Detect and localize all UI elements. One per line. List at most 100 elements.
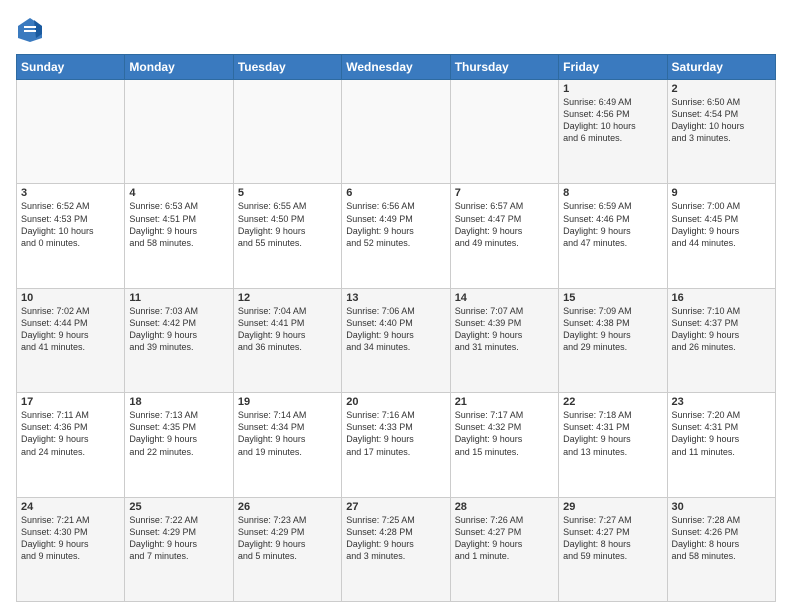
logo-icon bbox=[16, 16, 44, 44]
day-number: 13 bbox=[346, 292, 445, 304]
day-info: Sunrise: 7:04 AM Sunset: 4:41 PM Dayligh… bbox=[238, 305, 337, 354]
day-info: Sunrise: 6:52 AM Sunset: 4:53 PM Dayligh… bbox=[21, 200, 120, 249]
weekday-header: Saturday bbox=[667, 55, 775, 80]
day-number: 2 bbox=[672, 83, 771, 95]
day-info: Sunrise: 7:07 AM Sunset: 4:39 PM Dayligh… bbox=[455, 305, 554, 354]
calendar-cell: 24Sunrise: 7:21 AM Sunset: 4:30 PM Dayli… bbox=[17, 497, 125, 601]
day-number: 19 bbox=[238, 396, 337, 408]
calendar-week-row: 3Sunrise: 6:52 AM Sunset: 4:53 PM Daylig… bbox=[17, 184, 776, 288]
day-info: Sunrise: 6:57 AM Sunset: 4:47 PM Dayligh… bbox=[455, 200, 554, 249]
day-number: 26 bbox=[238, 501, 337, 513]
day-number: 4 bbox=[129, 187, 228, 199]
calendar-week-row: 1Sunrise: 6:49 AM Sunset: 4:56 PM Daylig… bbox=[17, 80, 776, 184]
day-number: 8 bbox=[563, 187, 662, 199]
day-number: 16 bbox=[672, 292, 771, 304]
calendar-cell: 25Sunrise: 7:22 AM Sunset: 4:29 PM Dayli… bbox=[125, 497, 233, 601]
day-info: Sunrise: 6:50 AM Sunset: 4:54 PM Dayligh… bbox=[672, 96, 771, 145]
calendar-cell: 13Sunrise: 7:06 AM Sunset: 4:40 PM Dayli… bbox=[342, 288, 450, 392]
calendar-header-row: SundayMondayTuesdayWednesdayThursdayFrid… bbox=[17, 55, 776, 80]
page: SundayMondayTuesdayWednesdayThursdayFrid… bbox=[0, 0, 792, 612]
calendar-cell: 28Sunrise: 7:26 AM Sunset: 4:27 PM Dayli… bbox=[450, 497, 558, 601]
calendar-cell: 26Sunrise: 7:23 AM Sunset: 4:29 PM Dayli… bbox=[233, 497, 341, 601]
day-number: 18 bbox=[129, 396, 228, 408]
day-number: 15 bbox=[563, 292, 662, 304]
day-number: 17 bbox=[21, 396, 120, 408]
calendar-cell bbox=[233, 80, 341, 184]
weekday-header: Wednesday bbox=[342, 55, 450, 80]
day-info: Sunrise: 7:18 AM Sunset: 4:31 PM Dayligh… bbox=[563, 409, 662, 458]
calendar-cell: 11Sunrise: 7:03 AM Sunset: 4:42 PM Dayli… bbox=[125, 288, 233, 392]
day-number: 30 bbox=[672, 501, 771, 513]
calendar-cell: 30Sunrise: 7:28 AM Sunset: 4:26 PM Dayli… bbox=[667, 497, 775, 601]
day-info: Sunrise: 6:53 AM Sunset: 4:51 PM Dayligh… bbox=[129, 200, 228, 249]
day-info: Sunrise: 7:11 AM Sunset: 4:36 PM Dayligh… bbox=[21, 409, 120, 458]
day-number: 3 bbox=[21, 187, 120, 199]
day-info: Sunrise: 6:59 AM Sunset: 4:46 PM Dayligh… bbox=[563, 200, 662, 249]
calendar-cell: 8Sunrise: 6:59 AM Sunset: 4:46 PM Daylig… bbox=[559, 184, 667, 288]
day-number: 29 bbox=[563, 501, 662, 513]
calendar-cell: 2Sunrise: 6:50 AM Sunset: 4:54 PM Daylig… bbox=[667, 80, 775, 184]
calendar-cell: 15Sunrise: 7:09 AM Sunset: 4:38 PM Dayli… bbox=[559, 288, 667, 392]
day-info: Sunrise: 7:10 AM Sunset: 4:37 PM Dayligh… bbox=[672, 305, 771, 354]
day-number: 1 bbox=[563, 83, 662, 95]
header bbox=[16, 16, 776, 44]
day-number: 7 bbox=[455, 187, 554, 199]
calendar-cell: 9Sunrise: 7:00 AM Sunset: 4:45 PM Daylig… bbox=[667, 184, 775, 288]
calendar-cell: 19Sunrise: 7:14 AM Sunset: 4:34 PM Dayli… bbox=[233, 393, 341, 497]
day-info: Sunrise: 7:13 AM Sunset: 4:35 PM Dayligh… bbox=[129, 409, 228, 458]
weekday-header: Monday bbox=[125, 55, 233, 80]
day-info: Sunrise: 7:27 AM Sunset: 4:27 PM Dayligh… bbox=[563, 514, 662, 563]
calendar-cell: 4Sunrise: 6:53 AM Sunset: 4:51 PM Daylig… bbox=[125, 184, 233, 288]
day-info: Sunrise: 7:21 AM Sunset: 4:30 PM Dayligh… bbox=[21, 514, 120, 563]
day-number: 24 bbox=[21, 501, 120, 513]
calendar-week-row: 10Sunrise: 7:02 AM Sunset: 4:44 PM Dayli… bbox=[17, 288, 776, 392]
calendar-cell: 23Sunrise: 7:20 AM Sunset: 4:31 PM Dayli… bbox=[667, 393, 775, 497]
calendar-cell: 12Sunrise: 7:04 AM Sunset: 4:41 PM Dayli… bbox=[233, 288, 341, 392]
calendar-cell bbox=[125, 80, 233, 184]
weekday-header: Sunday bbox=[17, 55, 125, 80]
calendar-cell bbox=[17, 80, 125, 184]
day-number: 12 bbox=[238, 292, 337, 304]
calendar-cell bbox=[342, 80, 450, 184]
day-info: Sunrise: 7:26 AM Sunset: 4:27 PM Dayligh… bbox=[455, 514, 554, 563]
day-info: Sunrise: 7:25 AM Sunset: 4:28 PM Dayligh… bbox=[346, 514, 445, 563]
day-number: 21 bbox=[455, 396, 554, 408]
calendar-cell: 6Sunrise: 6:56 AM Sunset: 4:49 PM Daylig… bbox=[342, 184, 450, 288]
calendar-cell: 18Sunrise: 7:13 AM Sunset: 4:35 PM Dayli… bbox=[125, 393, 233, 497]
weekday-header: Tuesday bbox=[233, 55, 341, 80]
day-info: Sunrise: 7:16 AM Sunset: 4:33 PM Dayligh… bbox=[346, 409, 445, 458]
day-number: 25 bbox=[129, 501, 228, 513]
calendar-cell: 3Sunrise: 6:52 AM Sunset: 4:53 PM Daylig… bbox=[17, 184, 125, 288]
day-number: 27 bbox=[346, 501, 445, 513]
day-info: Sunrise: 7:17 AM Sunset: 4:32 PM Dayligh… bbox=[455, 409, 554, 458]
calendar-cell: 21Sunrise: 7:17 AM Sunset: 4:32 PM Dayli… bbox=[450, 393, 558, 497]
day-info: Sunrise: 7:00 AM Sunset: 4:45 PM Dayligh… bbox=[672, 200, 771, 249]
day-info: Sunrise: 7:20 AM Sunset: 4:31 PM Dayligh… bbox=[672, 409, 771, 458]
day-number: 28 bbox=[455, 501, 554, 513]
day-info: Sunrise: 7:28 AM Sunset: 4:26 PM Dayligh… bbox=[672, 514, 771, 563]
day-number: 22 bbox=[563, 396, 662, 408]
day-number: 6 bbox=[346, 187, 445, 199]
calendar-cell: 16Sunrise: 7:10 AM Sunset: 4:37 PM Dayli… bbox=[667, 288, 775, 392]
calendar-cell: 29Sunrise: 7:27 AM Sunset: 4:27 PM Dayli… bbox=[559, 497, 667, 601]
calendar-cell: 17Sunrise: 7:11 AM Sunset: 4:36 PM Dayli… bbox=[17, 393, 125, 497]
day-info: Sunrise: 6:55 AM Sunset: 4:50 PM Dayligh… bbox=[238, 200, 337, 249]
day-number: 11 bbox=[129, 292, 228, 304]
day-number: 5 bbox=[238, 187, 337, 199]
day-info: Sunrise: 7:09 AM Sunset: 4:38 PM Dayligh… bbox=[563, 305, 662, 354]
day-number: 14 bbox=[455, 292, 554, 304]
day-number: 23 bbox=[672, 396, 771, 408]
calendar-cell: 1Sunrise: 6:49 AM Sunset: 4:56 PM Daylig… bbox=[559, 80, 667, 184]
day-info: Sunrise: 7:23 AM Sunset: 4:29 PM Dayligh… bbox=[238, 514, 337, 563]
calendar-cell: 14Sunrise: 7:07 AM Sunset: 4:39 PM Dayli… bbox=[450, 288, 558, 392]
day-info: Sunrise: 6:56 AM Sunset: 4:49 PM Dayligh… bbox=[346, 200, 445, 249]
calendar-table: SundayMondayTuesdayWednesdayThursdayFrid… bbox=[16, 54, 776, 602]
day-number: 10 bbox=[21, 292, 120, 304]
day-number: 9 bbox=[672, 187, 771, 199]
day-info: Sunrise: 7:22 AM Sunset: 4:29 PM Dayligh… bbox=[129, 514, 228, 563]
calendar-week-row: 24Sunrise: 7:21 AM Sunset: 4:30 PM Dayli… bbox=[17, 497, 776, 601]
day-info: Sunrise: 7:14 AM Sunset: 4:34 PM Dayligh… bbox=[238, 409, 337, 458]
calendar-cell: 5Sunrise: 6:55 AM Sunset: 4:50 PM Daylig… bbox=[233, 184, 341, 288]
calendar-cell bbox=[450, 80, 558, 184]
day-info: Sunrise: 6:49 AM Sunset: 4:56 PM Dayligh… bbox=[563, 96, 662, 145]
